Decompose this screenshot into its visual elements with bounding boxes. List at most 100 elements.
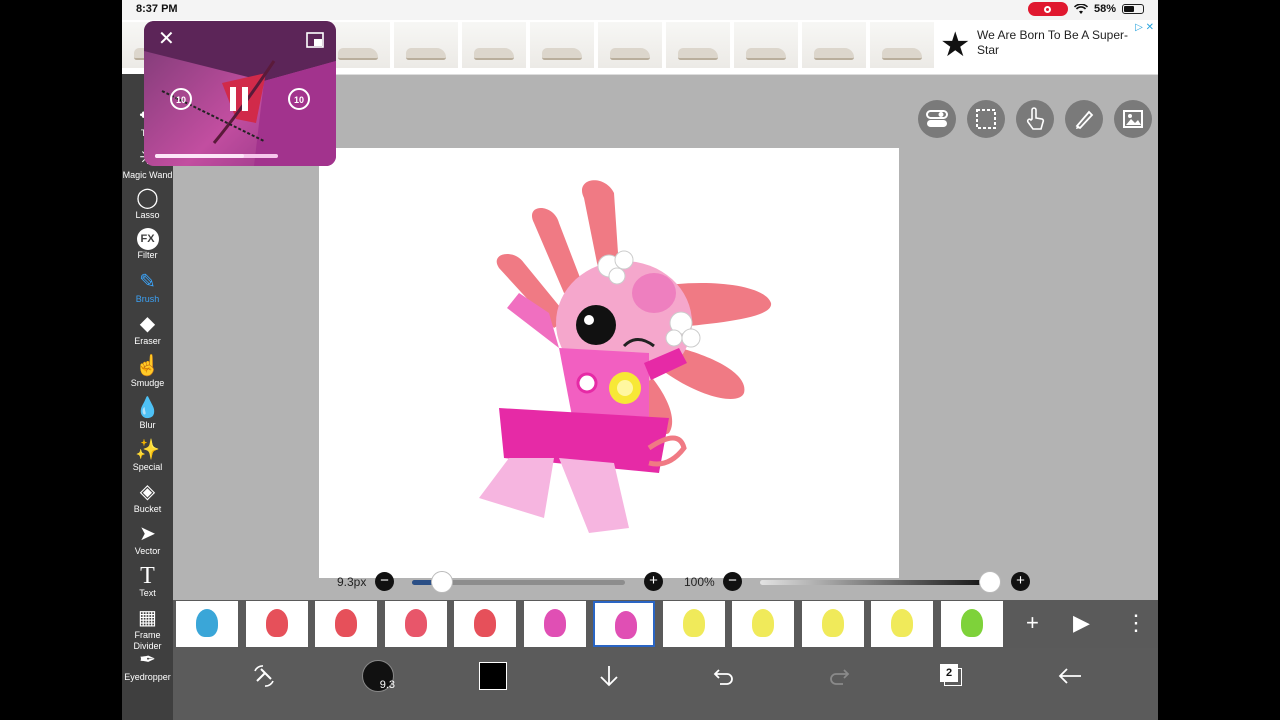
tool-brush[interactable]: ✎ Brush [122, 270, 173, 305]
tool-sidebar: ✥Tra✳Magic Wand◯LassoFXFilter✎Brush◆Eras… [122, 74, 173, 720]
ad-choices-icon[interactable]: ▷ ✕ [1135, 22, 1154, 33]
blur-drop-icon: 💧 [135, 397, 160, 419]
brush-size-decrease-button[interactable]: − [375, 572, 394, 591]
tool-label: Lasso [135, 210, 160, 220]
screen-record-icon[interactable] [1027, 2, 1068, 16]
download-button[interactable] [593, 660, 625, 692]
ad-thumbnail[interactable] [462, 22, 526, 68]
status-time: 8:37 PM [136, 3, 178, 15]
back-button[interactable] [1053, 660, 1087, 692]
tool-eraser[interactable]: ◆ Eraser [122, 312, 173, 347]
tool-special[interactable]: ✨ Special [122, 438, 173, 473]
redo-icon [830, 669, 850, 685]
back-arrow-icon [1058, 668, 1081, 684]
brush-size-knob[interactable] [430, 571, 453, 593]
brush-size-label: 9.3px [337, 575, 367, 589]
rewind-10-button[interactable]: 10 [170, 88, 192, 110]
timeline-frame[interactable] [384, 601, 447, 647]
timeline-frame[interactable] [315, 601, 377, 647]
sneaker-image [542, 48, 582, 60]
color-swatch-button[interactable] [478, 660, 508, 692]
tool-filter[interactable]: FX Filter [122, 228, 173, 261]
sneaker-image [882, 48, 922, 60]
swap-tool-button[interactable] [248, 660, 280, 692]
ad-thumbnail[interactable] [666, 22, 730, 68]
ad-thumbnail[interactable] [734, 22, 798, 68]
timeline-frame[interactable] [245, 601, 308, 647]
status-bar: 8:37 PM 58% [122, 0, 1158, 20]
brush-sliders: 9.3px − + 100% − + [122, 566, 1158, 596]
timeline-frame[interactable] [593, 601, 655, 647]
tool-label: Eraser [134, 336, 161, 346]
add-frame-button[interactable]: + [1026, 610, 1039, 636]
layers-icon: 2 [940, 664, 964, 688]
ad-thumbnail[interactable] [802, 22, 866, 68]
tool-vector[interactable]: ➤ Vector [122, 522, 173, 557]
sneaker-image [474, 48, 514, 60]
character-drawing [479, 180, 772, 533]
ad-thumbnail[interactable] [394, 22, 458, 68]
frame-thumbnail [960, 609, 983, 637]
tool-eyedropper[interactable]: ✒ Eyedropper [122, 648, 173, 683]
ruler-pen-button[interactable] [1065, 100, 1103, 138]
expand-pip-icon[interactable] [306, 32, 324, 48]
ad-thumbnail[interactable] [598, 22, 662, 68]
timeline-frame[interactable] [523, 601, 586, 647]
bottom-toolbar: 9.3 2 [173, 648, 1158, 720]
frame-thumbnail [821, 609, 844, 637]
timeline-frame[interactable] [871, 601, 933, 647]
star-logo-icon: ★ [940, 26, 971, 64]
tool-bucket[interactable]: ◈ Bucket [122, 480, 173, 515]
ad-thumbnail[interactable] [530, 22, 594, 68]
opacity-increase-button[interactable]: + [1011, 572, 1030, 591]
timeline-frame[interactable] [732, 601, 794, 647]
layers-button[interactable]: 2 [935, 660, 969, 692]
frame-thumbnail [543, 609, 566, 637]
timeline-frame[interactable] [176, 601, 238, 647]
opacity-label: 100% [684, 575, 715, 589]
frame-thumbnail [474, 609, 496, 637]
sneaker-image [610, 48, 650, 60]
redo-button[interactable] [823, 660, 855, 692]
pause-button[interactable] [230, 87, 250, 111]
opacity-decrease-button[interactable]: − [723, 572, 742, 591]
brush-size-badge: 9.3 [379, 679, 395, 691]
pip-video-player[interactable]: ✕ 10 10 [144, 21, 336, 166]
tool-smudge[interactable]: ☝ Smudge [122, 354, 173, 389]
timeline-frame[interactable] [801, 601, 864, 647]
ad-thumbnail[interactable] [870, 22, 934, 68]
selection-button[interactable] [967, 100, 1005, 138]
undo-icon [713, 669, 733, 685]
play-button[interactable]: ▶ [1073, 610, 1090, 636]
toggle-settings-button[interactable] [918, 100, 956, 138]
frame-divider-icon: ▦ [138, 607, 157, 629]
timeline-frame[interactable] [454, 601, 516, 647]
tool-lasso[interactable]: ◯ Lasso [122, 186, 173, 221]
undo-button[interactable] [708, 660, 740, 692]
more-options-button[interactable]: ⋮ [1125, 610, 1147, 636]
opacity-knob[interactable] [979, 571, 1001, 593]
image-layer-button[interactable] [1114, 100, 1152, 138]
timeline-frame[interactable] [662, 601, 725, 647]
tool-blur[interactable]: 💧 Blur [122, 396, 173, 431]
ruler-pen-icon [1075, 110, 1094, 130]
opacity-track[interactable] [760, 580, 990, 585]
close-icon[interactable]: ✕ [158, 29, 175, 49]
tool-label: Bucket [133, 504, 162, 514]
timeline-frame[interactable] [940, 601, 1003, 647]
wifi-icon [1073, 3, 1088, 14]
rewind-10-label: 10 [175, 95, 186, 105]
drawing-canvas[interactable] [319, 148, 899, 578]
frame-thumbnail [891, 609, 913, 637]
tool-label: Blur [139, 420, 156, 430]
pip-progress-track[interactable] [155, 154, 278, 158]
tool-frame-divider[interactable]: ▦ Frame Divider [122, 606, 173, 652]
sneaker-image [746, 48, 786, 60]
brush-size-preview-button[interactable]: 9.3 [361, 660, 395, 692]
eye [576, 305, 616, 345]
eraser-icon: ◆ [139, 313, 156, 335]
ad-headline[interactable]: We Are Born To Be A Super-Star [977, 28, 1147, 58]
forward-10-button[interactable]: 10 [288, 88, 310, 110]
brush-size-increase-button[interactable]: + [644, 572, 663, 591]
hand-touch-button[interactable] [1016, 100, 1054, 138]
